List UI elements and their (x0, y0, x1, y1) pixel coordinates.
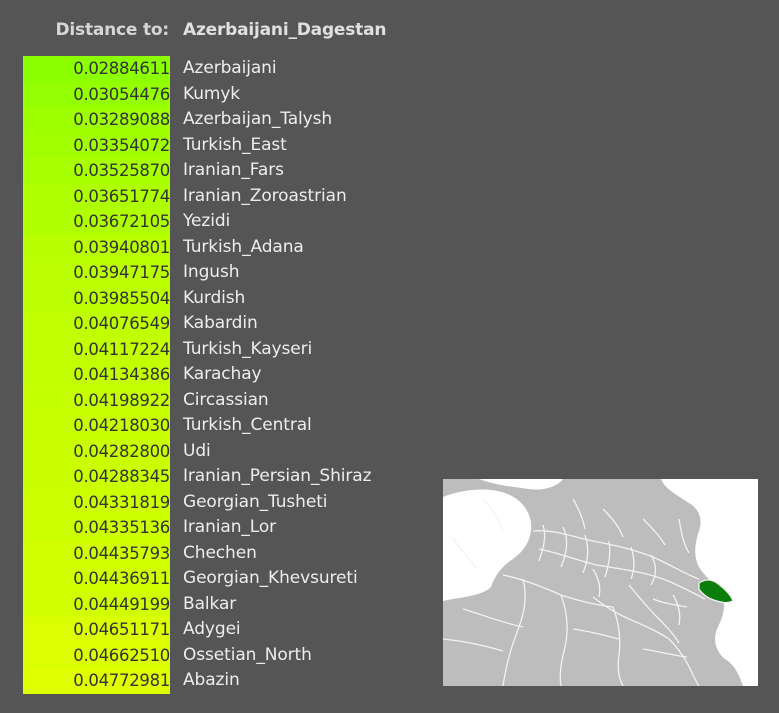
distance-value: 0.04288345 (23, 464, 170, 490)
population-name: Turkish_Central (183, 415, 312, 435)
target-population-title: Azerbaijani_Dagestan (183, 20, 387, 40)
table-row: 0.04662510 Ossetian_North (23, 642, 443, 668)
distance-value: 0.04651171 (23, 617, 170, 643)
distance-value: 0.03985504 (23, 285, 170, 311)
population-name: Abazin (183, 670, 240, 690)
distance-value: 0.03651774 (23, 183, 170, 209)
table-row: 0.04772981 Abazin (23, 668, 443, 694)
table-row: 0.04449199 Balkar (23, 591, 443, 617)
distance-value: 0.03940801 (23, 234, 170, 260)
distance-value: 0.04436911 (23, 566, 170, 592)
table-row: 0.04282800 Udi (23, 438, 443, 464)
population-name: Azerbaijan_Talysh (183, 109, 333, 129)
distance-value: 0.04331819 (23, 489, 170, 515)
population-name: Kumyk (183, 83, 241, 104)
distance-value: 0.03354072 (23, 132, 170, 158)
population-name: Georgian_Tusheti (183, 491, 328, 512)
population-name: Ingush (183, 262, 240, 282)
table-row: 0.03940801 Turkish_Adana (23, 234, 443, 260)
population-name: Ossetian_North (183, 644, 312, 665)
distance-value: 0.04076549 (23, 311, 170, 337)
distance-value: 0.04134386 (23, 362, 170, 388)
table-row: 0.03525870 Iranian_Fars (23, 158, 443, 184)
table-row: 0.04335136 Iranian_Lor (23, 515, 443, 541)
distance-value: 0.04218030 (23, 413, 170, 439)
distance-value: 0.03525870 (23, 158, 170, 184)
table-row: 0.04198922 Circassian (23, 387, 443, 413)
table-row: 0.02884611 Azerbaijani (23, 56, 443, 82)
table-row: 0.04288345 Iranian_Persian_Shiraz (23, 464, 443, 490)
distance-value: 0.04117224 (23, 336, 170, 362)
distance-value: 0.03672105 (23, 209, 170, 235)
population-name: Iranian_Persian_Shiraz (183, 466, 372, 486)
table-row: 0.03672105 Yezidi (23, 209, 443, 235)
population-name: Balkar (183, 593, 237, 614)
population-name: Adygei (183, 619, 241, 639)
population-name: Iranian_Fars (183, 160, 284, 180)
distance-value: 0.02884611 (23, 56, 170, 82)
distance-value: 0.04435793 (23, 540, 170, 566)
population-name: Iranian_Lor (183, 517, 277, 537)
table-row: 0.03985504 Kurdish (23, 285, 443, 311)
distance-table: 0.02884611 Azerbaijani 0.03054476 Kumyk 0.03… (23, 56, 443, 694)
population-name: Circassian (183, 389, 269, 410)
table-row: 0.04331819 Georgian_Tusheti (23, 489, 443, 515)
population-name: Udi (183, 440, 211, 461)
distance-value: 0.04449199 (23, 591, 170, 617)
table-row: 0.03947175 Ingush (23, 260, 443, 286)
distance-page: Distance to: Azerbaijani_Dagestan 0.0288… (0, 0, 779, 713)
population-name: Georgian_Khevsureti (183, 568, 358, 588)
population-name: Turkish_Kayseri (183, 338, 313, 359)
population-name: Azerbaijani (183, 58, 277, 78)
population-name: Karachay (183, 364, 262, 384)
distance-value: 0.03289088 (23, 107, 170, 133)
caucasus-map-svg (443, 479, 758, 686)
population-name: Kurdish (183, 287, 246, 308)
table-row: 0.04651171 Adygei (23, 617, 443, 643)
population-name: Kabardin (183, 313, 258, 333)
distance-value: 0.04772981 (23, 668, 170, 694)
population-name: Turkish_East (183, 134, 287, 155)
table-row: 0.04076549 Kabardin (23, 311, 443, 337)
distance-value: 0.04198922 (23, 387, 170, 413)
table-row: 0.03651774 Iranian_Zoroastrian (23, 183, 443, 209)
population-name: Iranian_Zoroastrian (183, 185, 347, 206)
distance-to-label: Distance to: (55, 20, 170, 40)
distance-value: 0.04335136 (23, 515, 170, 541)
distance-value: 0.03947175 (23, 260, 170, 286)
table-row: 0.03054476 Kumyk (23, 81, 443, 107)
distance-value: 0.04282800 (23, 438, 170, 464)
table-row: 0.04218030 Turkish_Central (23, 413, 443, 439)
population-name: Yezidi (183, 211, 231, 231)
table-row: 0.04436911 Georgian_Khevsureti (23, 566, 443, 592)
table-row: 0.04117224 Turkish_Kayseri (23, 336, 443, 362)
table-row: 0.04134386 Karachay (23, 362, 443, 388)
population-name: Chechen (183, 542, 257, 563)
population-name: Turkish_Adana (183, 236, 304, 257)
table-row: 0.04435793 Chechen (23, 540, 443, 566)
distance-value: 0.03054476 (23, 81, 170, 107)
region-map (443, 479, 758, 686)
table-row: 0.03289088 Azerbaijan_Talysh (23, 107, 443, 133)
table-row: 0.03354072 Turkish_East (23, 132, 443, 158)
distance-value: 0.04662510 (23, 642, 170, 668)
